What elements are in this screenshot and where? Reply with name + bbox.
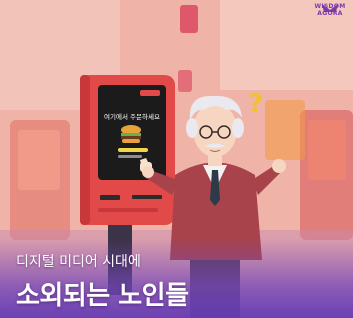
kiosk-screen-tab (140, 90, 160, 96)
question-mark-icon: ? (248, 89, 263, 119)
man-hair-side-left (186, 118, 198, 138)
kiosk-card-slot (100, 195, 120, 200)
burger-patty (121, 136, 141, 139)
burger-icon (121, 125, 141, 143)
bg-red-sign (180, 5, 198, 33)
kiosk-receipt-slot (132, 195, 162, 199)
kiosk-screen-bar (118, 148, 148, 152)
bg-red-sign-2 (178, 70, 192, 92)
kiosk-base-stripe (98, 208, 158, 212)
man-hair-side-right (232, 118, 244, 138)
kiosk-body-side (80, 75, 90, 225)
burger-lettuce (121, 133, 141, 136)
burger-bottom-bun (122, 139, 140, 143)
caption: 디지털 미디어 시대에 소외되는 노인들 (16, 251, 343, 312)
bg-kiosk-left-screen (18, 130, 60, 190)
illustration-frame: ? WISDOM AGORA 여기에서 주문하세요 디지털 미디어 시대에 소외… (0, 0, 353, 318)
caption-title: 소외되는 노인들 (16, 281, 189, 311)
man-hand-right (272, 159, 286, 173)
kiosk-screen-label: 여기에서 주문하세요 (104, 113, 160, 121)
bg-kiosk-right-screen (308, 120, 346, 180)
man-hand-left (142, 166, 154, 178)
kiosk-screen-bar-2 (118, 155, 142, 158)
watermark-text: WISDOM AGORA (314, 3, 346, 17)
caption-subtitle: 디지털 미디어 시대에 (16, 254, 141, 270)
bg-orange-panel (265, 100, 305, 160)
